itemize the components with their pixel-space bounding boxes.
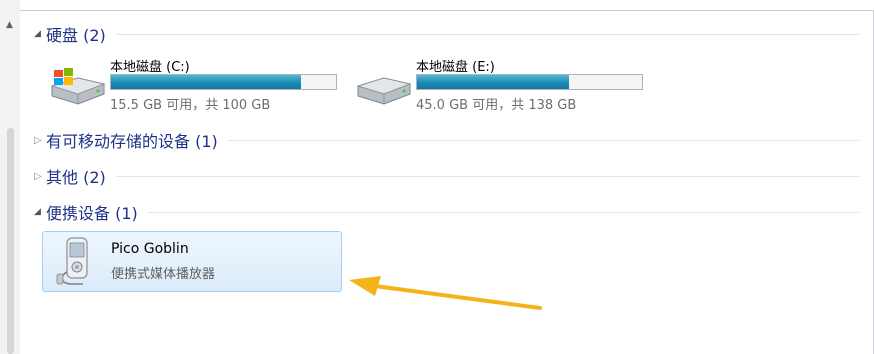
- group-title: 有可移动存储的设备 (1): [46, 132, 218, 151]
- expanded-triangle-icon[interactable]: ◢: [34, 29, 46, 39]
- drive-usage-bar: [110, 74, 337, 90]
- scroll-up-icon[interactable]: ▲: [6, 20, 13, 30]
- drive-usage-fill: [111, 75, 302, 89]
- portable-player-icon: [56, 237, 88, 285]
- frame-top-border: [20, 10, 874, 11]
- device-type: 便携式媒体播放器: [111, 267, 216, 282]
- group-title: 硬盘 (2): [46, 26, 106, 45]
- group-title: 其他 (2): [46, 168, 106, 187]
- drive-usage-fill: [417, 75, 569, 89]
- drive-free-space: 45.0 GB 可用，共 138 GB: [416, 98, 577, 113]
- annotation-arrow-icon: [349, 276, 542, 310]
- group-title: 便携设备 (1): [46, 204, 138, 223]
- group-divider: [147, 211, 859, 213]
- group-header-other[interactable]: ▷ 其他 (2): [34, 165, 859, 187]
- collapsed-triangle-icon[interactable]: ▷: [34, 135, 46, 146]
- group-header-removable-storage[interactable]: ▷ 有可移动存储的设备 (1): [34, 129, 859, 151]
- drive-c[interactable]: 本地磁盘 (C:) 15.5 GB 可用，共 100 GB: [48, 56, 348, 116]
- expanded-triangle-icon[interactable]: ◢: [34, 207, 46, 217]
- group-divider: [115, 175, 859, 177]
- scrollbar-thumb[interactable]: [7, 128, 14, 354]
- windows-drive-icon: [50, 68, 106, 105]
- group-header-portable-devices[interactable]: ◢ 便携设备 (1): [34, 201, 859, 223]
- portable-device-item[interactable]: Pico Goblin 便携式媒体播放器: [42, 231, 342, 292]
- drive-free-space: 15.5 GB 可用，共 100 GB: [110, 98, 271, 113]
- group-divider: [227, 139, 859, 141]
- drive-name: 本地磁盘 (E:): [416, 60, 495, 75]
- drive-usage-bar: [416, 74, 643, 90]
- collapsed-triangle-icon[interactable]: ▷: [34, 171, 46, 182]
- group-divider: [115, 33, 859, 35]
- hard-drive-icon: [356, 77, 412, 105]
- drive-name: 本地磁盘 (C:): [110, 60, 190, 75]
- left-scroll-strip[interactable]: ▲: [0, 0, 20, 354]
- device-name: Pico Goblin: [111, 241, 189, 257]
- group-header-hard-drives[interactable]: ◢ 硬盘 (2): [34, 23, 859, 45]
- drive-e[interactable]: 本地磁盘 (E:) 45.0 GB 可用，共 138 GB: [354, 56, 654, 116]
